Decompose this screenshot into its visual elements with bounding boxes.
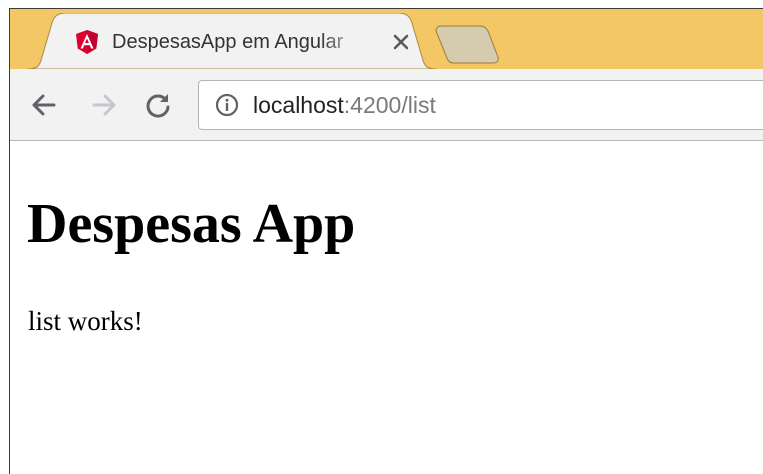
url-path: :4200/list: [343, 92, 436, 118]
arrow-left-icon[interactable]: [30, 91, 58, 119]
close-icon[interactable]: [388, 29, 414, 55]
browser-screenshot: DespesasApp em Angular localhost:4200/li…: [0, 0, 763, 474]
angular-logo-icon: [76, 30, 98, 54]
url-text[interactable]: localhost:4200/list: [253, 90, 436, 120]
new-tab-icon[interactable]: [430, 25, 504, 65]
tab-strip: DespesasApp em Angular: [10, 9, 763, 69]
browser-window: DespesasApp em Angular localhost:4200/li…: [9, 8, 763, 474]
list-works-text: list works!: [28, 306, 143, 336]
browser-toolbar: localhost:4200/list: [10, 69, 763, 141]
arrow-right-icon[interactable]: [90, 91, 118, 119]
tab-despesas-app[interactable]: DespesasApp em Angular: [28, 13, 436, 69]
url-host: localhost: [253, 92, 344, 118]
page-title: Despesas App: [27, 193, 356, 255]
tab-title: DespesasApp em Angular: [112, 31, 344, 53]
address-bar[interactable]: localhost:4200/list: [198, 80, 763, 130]
reload-icon[interactable]: [144, 91, 172, 119]
info-icon[interactable]: [215, 93, 239, 117]
page-content: Despesas App list works!: [10, 141, 763, 474]
